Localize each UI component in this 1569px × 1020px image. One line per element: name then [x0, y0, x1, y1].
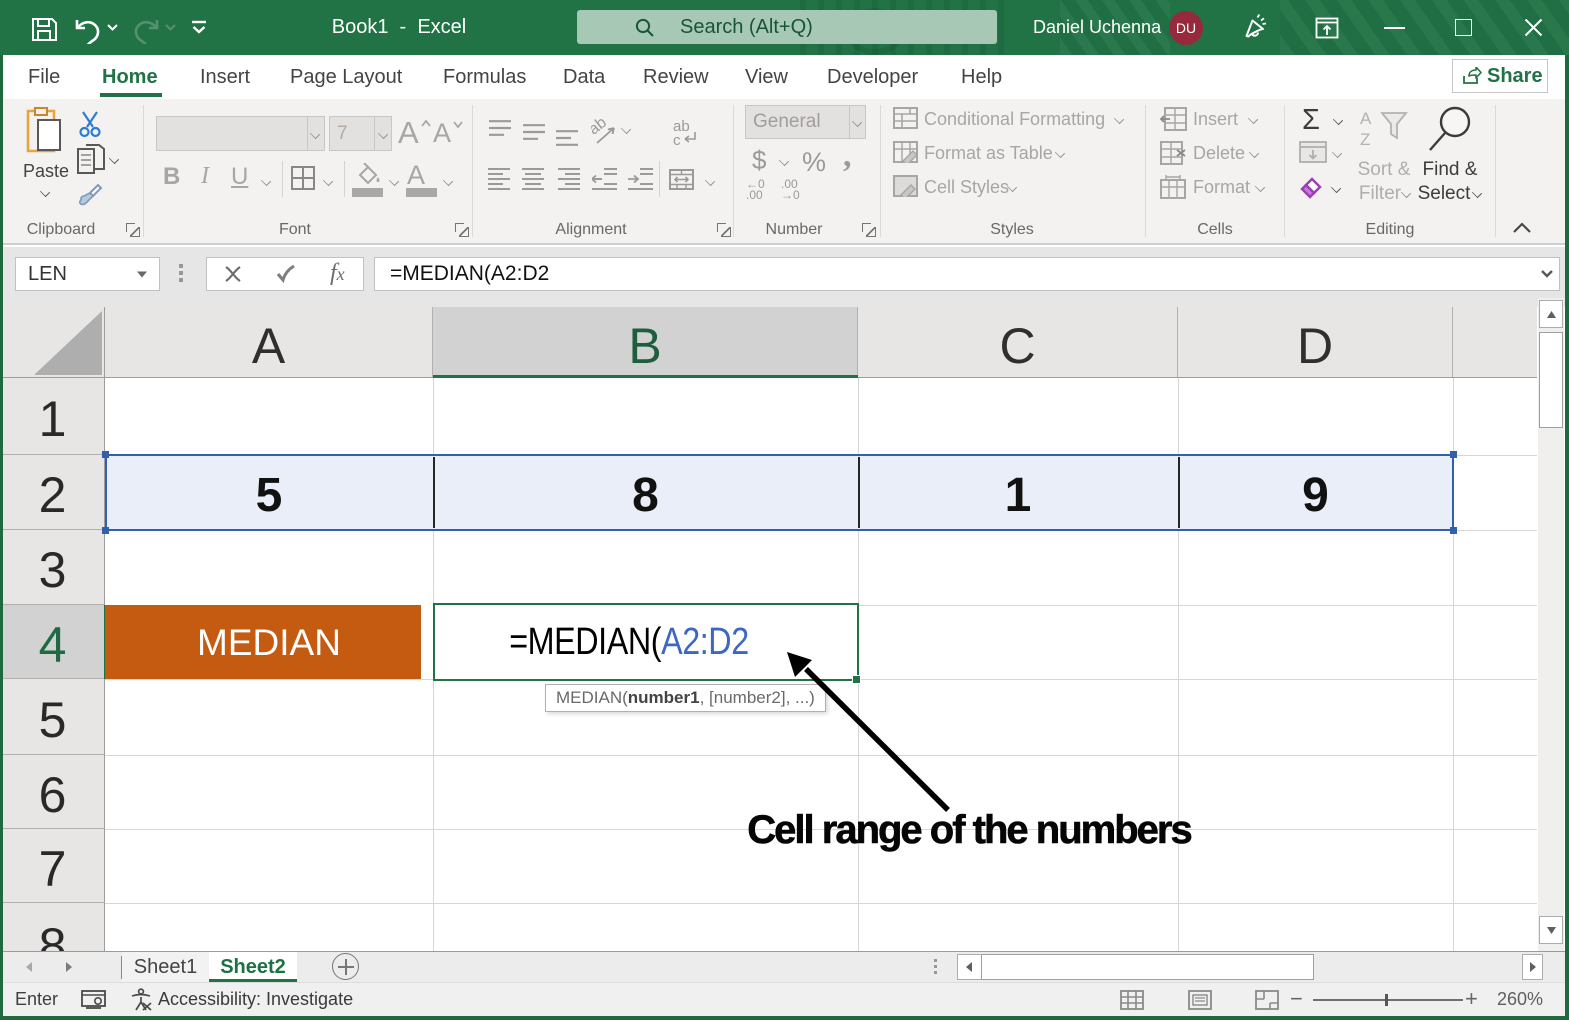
svg-text:ab: ab: [591, 118, 610, 138]
svg-text:A: A: [1360, 109, 1372, 128]
svg-text:c: c: [673, 132, 681, 147]
svg-text:Z: Z: [1360, 130, 1370, 149]
